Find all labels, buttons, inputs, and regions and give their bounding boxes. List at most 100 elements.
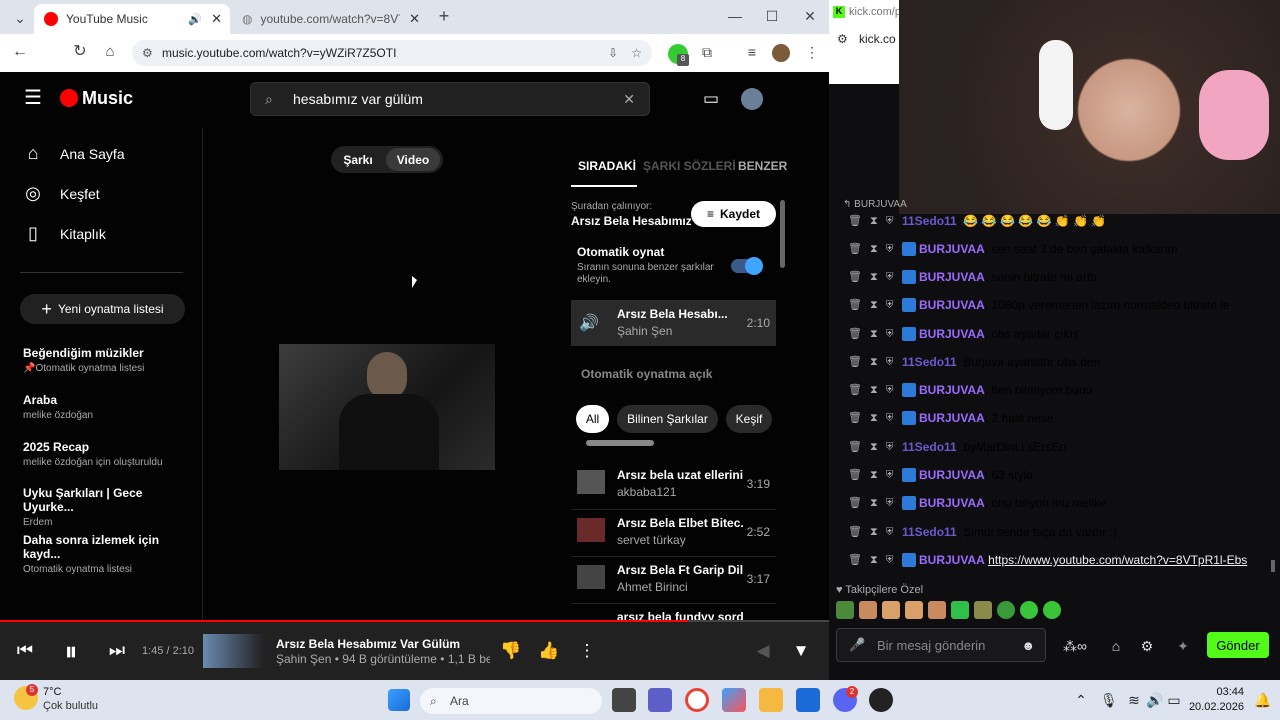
notifications-bell-icon[interactable]: 🔔	[1254, 690, 1272, 710]
hamburger-menu-icon[interactable]: ☰	[22, 88, 44, 108]
minimize-icon[interactable]: —	[725, 6, 745, 26]
video-toggle-button[interactable]: Video	[386, 148, 440, 171]
home-icon[interactable]: ⌂	[100, 42, 120, 62]
video-thumbnail[interactable]	[279, 344, 495, 470]
chat-username[interactable]: BURJUVAA	[919, 327, 985, 341]
emote-icon[interactable]	[882, 601, 900, 619]
puzzle-icon[interactable]: ⧉	[697, 42, 717, 62]
tab-list-icon[interactable]: ⌄	[10, 8, 30, 28]
chat-username[interactable]: BURJUVAA	[919, 270, 985, 284]
close-tab-icon[interactable]: ✕	[211, 11, 222, 27]
settings-gear-icon[interactable]: ⚙	[1137, 636, 1157, 656]
clock-date[interactable]: 20.02.2026	[1184, 701, 1244, 713]
tab-related[interactable]: BENZER	[738, 159, 787, 173]
youtube-music-logo-icon[interactable]	[60, 89, 78, 107]
save-button[interactable]: ≡ Kaydet	[691, 201, 776, 227]
profile-avatar[interactable]	[772, 44, 790, 62]
tab-lyrics[interactable]: ŞARKI SÖZLERİ	[643, 159, 736, 173]
media-control-icon[interactable]: ≡	[742, 42, 762, 62]
sidebar-item-home[interactable]: ⌂ Ana Sayfa	[22, 143, 125, 164]
emote-icon[interactable]	[859, 601, 877, 619]
file-explorer-icon[interactable]	[759, 688, 783, 712]
chat-username[interactable]: 11Sedo11	[902, 525, 957, 539]
moderation-tools-icon[interactable]: 🗑⧗⛨	[848, 525, 902, 539]
chat-username[interactable]: BURJUVAA	[919, 383, 985, 397]
taskbar-search[interactable]: ⌕ Ara	[420, 688, 602, 714]
moderation-tools-icon[interactable]: 🗑⧗⛨	[848, 553, 902, 567]
chevron-up-icon[interactable]: ⌃	[1073, 690, 1089, 710]
chrome-icon[interactable]	[685, 688, 709, 712]
emote-icon[interactable]	[974, 601, 992, 619]
previous-icon[interactable]: ⏮	[14, 640, 36, 660]
new-tab-icon[interactable]: +	[434, 6, 454, 26]
now-playing-item[interactable]: 🔊 Arsız Bela Hesabı... Şahin Şen 2:10	[571, 300, 776, 346]
playlist-item[interactable]: Araba melike özdoğan	[23, 393, 93, 421]
dislike-icon[interactable]: 👎	[500, 641, 522, 661]
rewards-icon[interactable]: ⁂∞	[1058, 636, 1092, 656]
chat-username[interactable]: BURJUVAA	[919, 496, 985, 510]
like-icon[interactable]: 👍	[538, 641, 560, 661]
sidebar-item-library[interactable]: ▯ Kitaplık	[22, 223, 106, 244]
moderation-tools-icon[interactable]: 🗑⧗⛨	[848, 242, 902, 256]
queue-item[interactable]: Arsız Bela Ft Garip Dil... Ahmet Birinci …	[571, 556, 776, 602]
autoplay-toggle[interactable]	[731, 257, 763, 275]
emote-icon[interactable]	[1043, 601, 1061, 619]
emote-icon[interactable]	[997, 601, 1015, 619]
tab-youtube[interactable]: ◍ youtube.com/watch?v=8VTpR1l ✕	[232, 4, 428, 34]
chat-username[interactable]: BURJUVAA	[919, 468, 985, 482]
moderation-tools-icon[interactable]: 🗑⧗⛨	[848, 214, 902, 228]
back-icon[interactable]: ←	[10, 42, 30, 62]
chips-scrollbar[interactable]	[586, 440, 654, 446]
player-song-title[interactable]: Arsız Bela Hesabımız Var Gülüm	[276, 637, 460, 651]
store-icon[interactable]	[796, 688, 820, 712]
microphone-icon[interactable]: 🎙	[1100, 690, 1118, 710]
teams-icon[interactable]	[648, 688, 672, 712]
app-icon[interactable]	[869, 688, 893, 712]
maximize-icon[interactable]: ☐	[762, 6, 782, 26]
moderation-tools-icon[interactable]: 🗑⧗⛨	[848, 298, 902, 312]
tab-youtube-music[interactable]: YouTube Music 🔊 ✕	[34, 4, 230, 34]
store-icon[interactable]: ⌂	[1106, 636, 1126, 656]
chat-message-input[interactable]: 🎤 Bir mesaj gönderin ☻	[836, 628, 1046, 662]
emote-icon[interactable]	[1020, 601, 1038, 619]
playlist-item[interactable]: Daha sonra izlemek için kayd... Otomatik …	[23, 533, 193, 575]
moderation-tools-icon[interactable]: 🗑⧗⛨	[848, 440, 902, 454]
progress-bar[interactable]	[0, 620, 829, 622]
tab-up-next[interactable]: SIRADAKİ	[578, 159, 636, 173]
emote-icon[interactable]	[905, 601, 923, 619]
chat-username[interactable]: 11Sedo11	[902, 214, 957, 228]
close-tab-icon[interactable]: ✕	[409, 11, 420, 27]
windows-start-icon[interactable]	[388, 689, 410, 711]
moderation-tools-icon[interactable]: 🗑⧗⛨	[848, 411, 902, 425]
song-toggle-button[interactable]: Şarkı	[334, 148, 382, 171]
next-icon[interactable]: ⏭	[106, 640, 128, 660]
chip-known-songs[interactable]: Bilinen Şarkılar	[617, 405, 718, 433]
chat-username[interactable]: 11Sedo11	[902, 440, 957, 454]
player-thumbnail[interactable]	[203, 634, 263, 668]
logo-text[interactable]: Music	[82, 88, 133, 109]
moderation-tools-icon[interactable]: 🗑⧗⛨	[848, 327, 902, 341]
menu-icon[interactable]: ⋮	[802, 42, 822, 62]
install-icon[interactable]: ⇩	[608, 46, 618, 60]
send-button[interactable]: Gönder	[1207, 632, 1269, 658]
moderation-tools-icon[interactable]: 🗑⧗⛨	[848, 383, 902, 397]
chat-link[interactable]: https://www.youtube.com/watch?v=8VTpR1l-…	[988, 553, 1247, 567]
chip-all[interactable]: All	[576, 405, 609, 433]
more-options-icon[interactable]: ⋮	[576, 641, 598, 661]
weather-temp[interactable]: 7°C	[43, 686, 61, 698]
chat-username[interactable]: BURJUVAA	[919, 553, 985, 567]
site-info-icon[interactable]: ⚙	[837, 32, 848, 46]
queue-item[interactable]: arsız bela fundyy sord...	[571, 603, 776, 620]
site-info-icon[interactable]: ⚙	[142, 46, 153, 60]
playlist-item[interactable]: Uyku Şarkıları | Gece Uyurke... Erdem	[23, 486, 193, 528]
pause-icon[interactable]: ⏸	[56, 636, 86, 666]
queue-item[interactable]: Arsız bela uzat ellerini... akbaba121 3:1…	[571, 462, 776, 508]
moderation-tools-icon[interactable]: 🗑⧗⛨	[848, 468, 902, 482]
volume-left-icon[interactable]: ◀	[752, 641, 774, 661]
emote-icon[interactable]	[951, 601, 969, 619]
emoji-icon[interactable]: ☻	[1021, 638, 1035, 653]
new-playlist-button[interactable]: + Yeni oynatma listesi	[20, 294, 185, 324]
emote-icon[interactable]	[836, 601, 854, 619]
playlist-item[interactable]: Beğendiğim müzikler 📌Otomatik oynatma lis…	[23, 346, 144, 374]
chevron-down-icon[interactable]: ▼	[790, 641, 812, 661]
